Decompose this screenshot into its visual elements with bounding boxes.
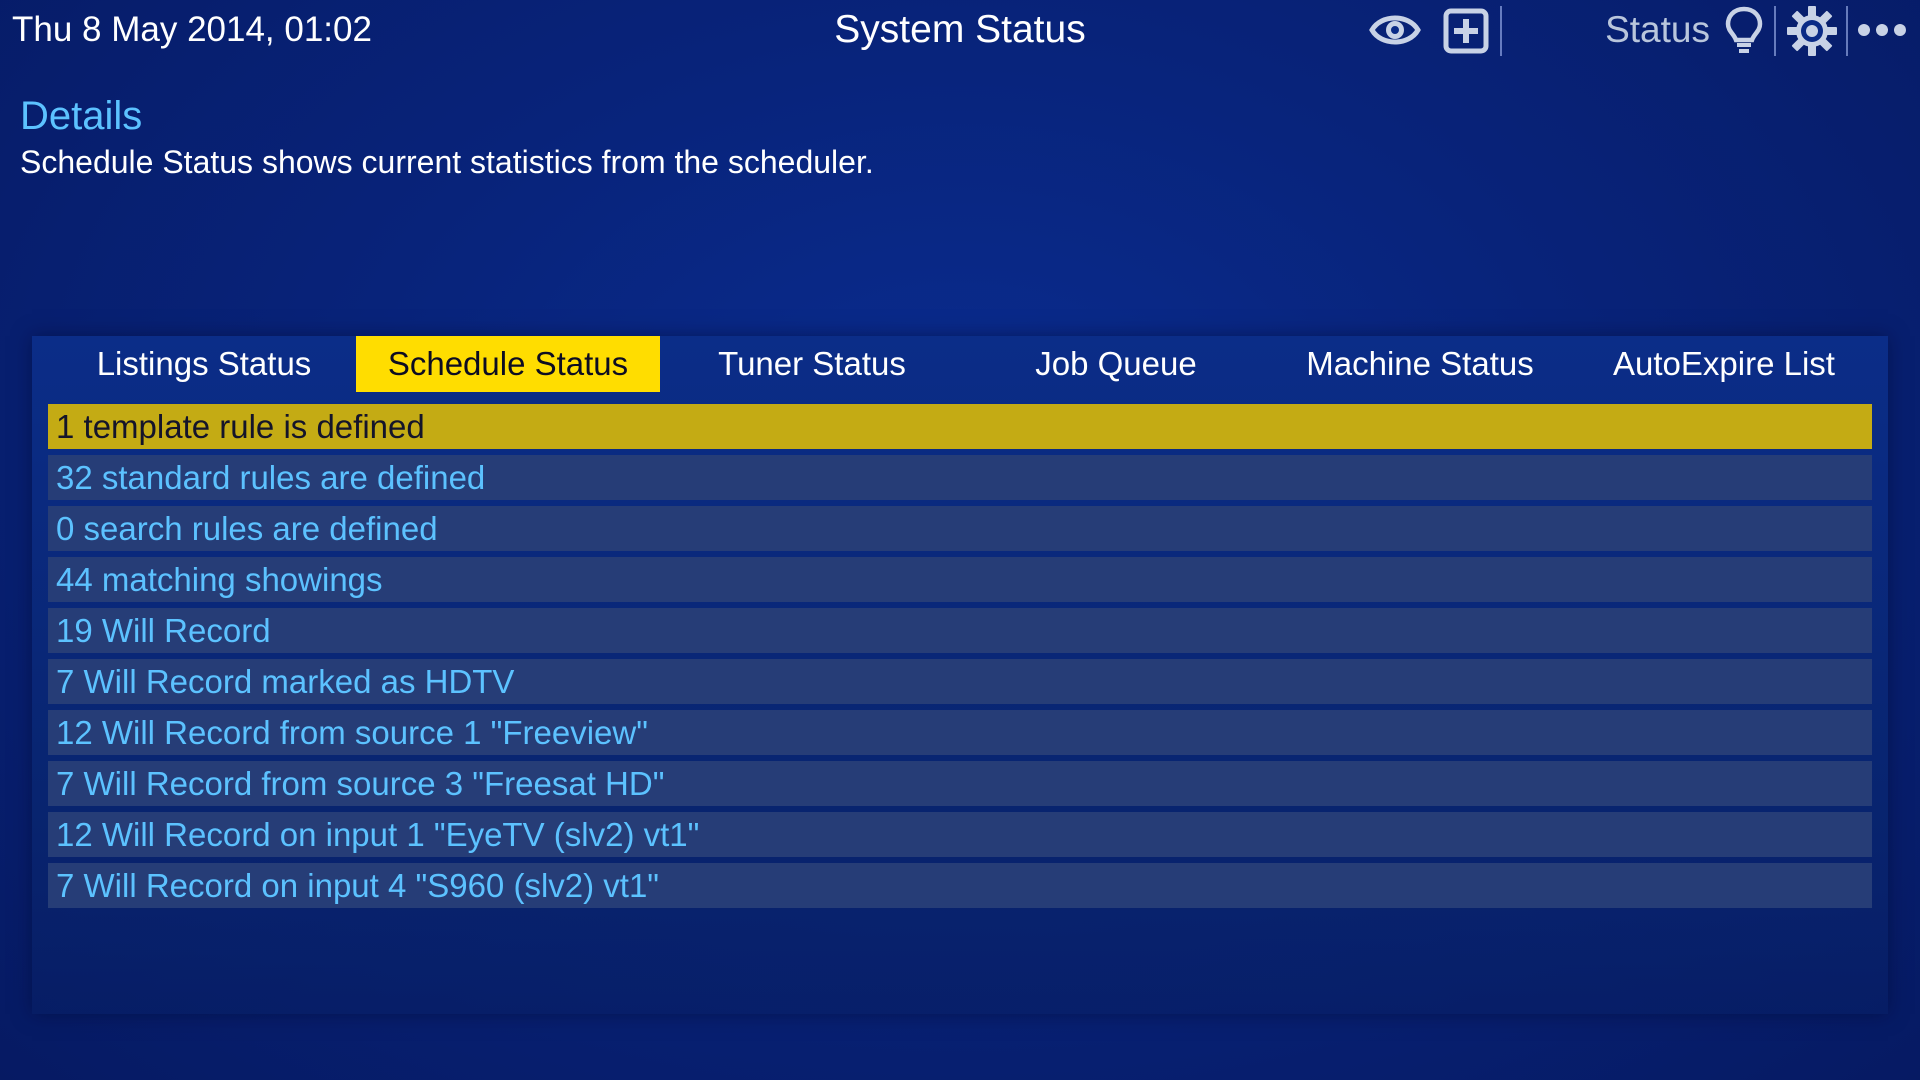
gear-icon[interactable] [1784, 4, 1840, 58]
list-item[interactable]: 12 Will Record on input 1 "EyeTV (slv2) … [48, 812, 1872, 857]
details-heading: Details [20, 94, 143, 138]
datetime-display: Thu 8 May 2014, 01:02 [12, 10, 372, 49]
header-divider [1774, 6, 1776, 56]
header-divider [1846, 6, 1848, 56]
list-item[interactable]: 19 Will Record [48, 608, 1872, 653]
schedule-status-list: 1 template rule is defined 32 standard r… [48, 404, 1872, 914]
tab-autoexpire-list[interactable]: AutoExpire List [1572, 336, 1876, 392]
list-item[interactable]: 7 Will Record marked as HDTV [48, 659, 1872, 704]
list-item[interactable]: 7 Will Record on input 4 "S960 (slv2) vt… [48, 863, 1872, 908]
list-item[interactable]: 32 standard rules are defined [48, 455, 1872, 500]
header-divider [1500, 6, 1502, 56]
eye-icon[interactable] [1368, 8, 1422, 52]
list-item[interactable]: 0 search rules are defined [48, 506, 1872, 551]
lightbulb-icon[interactable] [1722, 4, 1766, 56]
header-bar: Thu 8 May 2014, 01:02 System Status Stat… [0, 0, 1920, 62]
status-label[interactable]: Status [1590, 8, 1710, 52]
tab-machine-status[interactable]: Machine Status [1268, 336, 1572, 392]
details-description: Schedule Status shows current statistics… [20, 144, 874, 180]
tab-listings-status[interactable]: Listings Status [52, 336, 356, 392]
list-item[interactable]: 12 Will Record from source 1 "Freeview" [48, 710, 1872, 755]
tab-job-queue[interactable]: Job Queue [964, 336, 1268, 392]
list-item[interactable]: 44 matching showings [48, 557, 1872, 602]
tab-tuner-status[interactable]: Tuner Status [660, 336, 964, 392]
more-icon[interactable] [1854, 12, 1910, 48]
add-icon[interactable] [1440, 6, 1492, 56]
list-item[interactable]: 1 template rule is defined [48, 404, 1872, 449]
tab-bar: Listings Status Schedule Status Tuner St… [32, 336, 1888, 392]
tab-schedule-status[interactable]: Schedule Status [356, 336, 660, 392]
list-item[interactable]: 7 Will Record from source 3 "Freesat HD" [48, 761, 1872, 806]
